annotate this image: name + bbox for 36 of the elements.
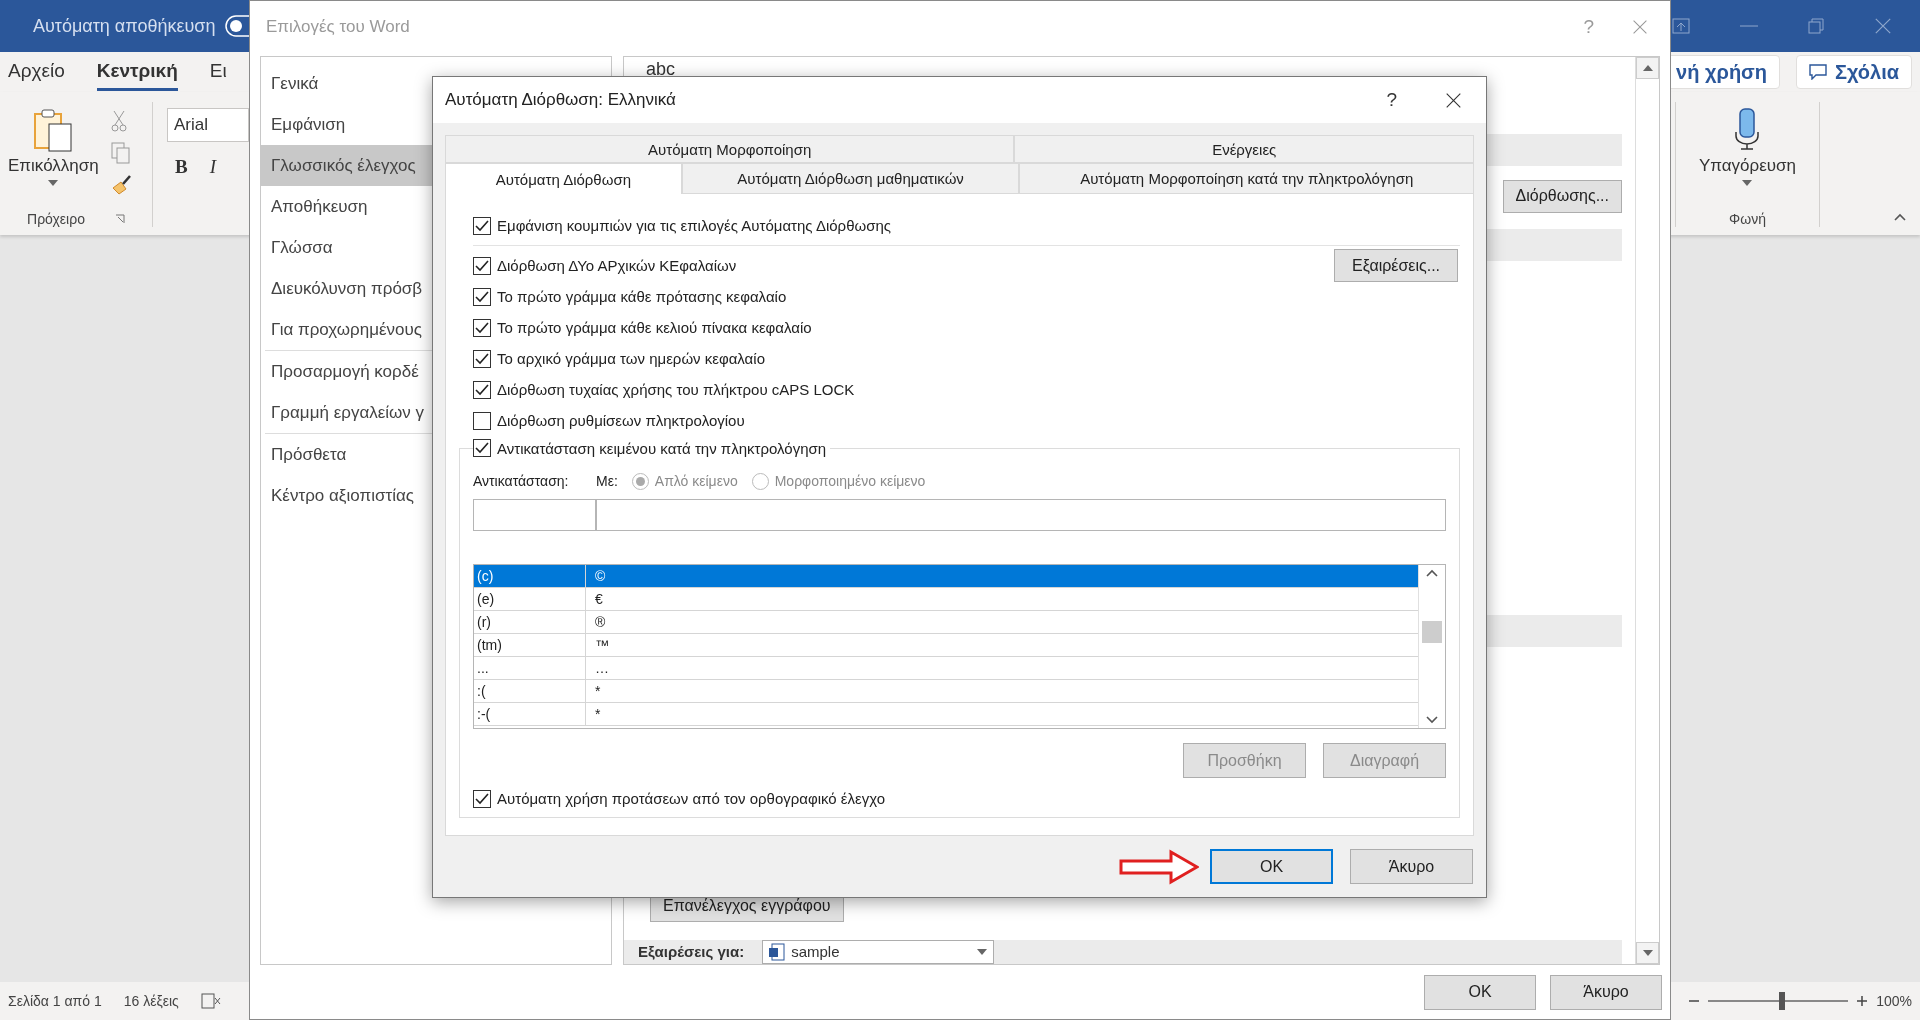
list-cell: (tm) [474, 634, 586, 656]
checkbox-label: Εμφάνιση κουμπιών για τις επιλογές Αυτόματης Διόρθωσης [497, 217, 891, 234]
checkbox-label: Διόρθωση ρυθμίσεων πληκτρολογίου [497, 412, 745, 429]
autosave-label: Αυτόματη αποθήκευση [33, 15, 216, 37]
list-cell: (e) [474, 588, 586, 610]
exceptions-label: Εξαιρέσεις για: [638, 943, 745, 961]
list-cell-text: * [594, 705, 602, 724]
list-cell: :-( [474, 703, 586, 725]
window-title: Επιλογές του Word [266, 17, 410, 37]
list-cell-text: ® [594, 613, 607, 632]
radio-label: Μορφοποιημένο κείμενο [774, 473, 926, 489]
dialog-title: Αυτόματη Διόρθωση: Ελληνικά [445, 90, 676, 110]
checkbox-label: Διόρθωση τυχαίας χρήσης του πλήκτρου cAPS LOCK [497, 381, 855, 398]
list-cell: (r) [474, 611, 586, 633]
list-cell: ... [474, 657, 586, 679]
preview-text: abc [645, 58, 677, 81]
checkbox-label: Το πρώτο γράμμα κάθε πρότασης κεφαλαίο [497, 288, 787, 305]
page-count: Σελίδα 1 από 1 [8, 993, 102, 1009]
checkbox-label: Το πρώτο γράμμα κάθε κελιού πίνακα κεφαλαίο [497, 319, 812, 336]
group-label: Πρόχειρο [27, 211, 85, 227]
list-cell-text: © [594, 567, 607, 586]
list-cell: :( [474, 680, 586, 702]
list-cell: (c) [474, 565, 586, 587]
radio-label: Απλό κείμενο [654, 473, 738, 489]
list-cell-text: € [594, 590, 604, 609]
field-label: Με: [596, 473, 618, 489]
field-label: Αντικατάσταση: [473, 473, 570, 489]
group-label: Φωνή [1729, 211, 1766, 227]
word-count: 16 λέξεις [123, 993, 179, 1009]
list-cell-text: * [594, 682, 602, 701]
checkbox-label: Αυτόματη χρήση προτάσεων από τον ορθογραφικό έλεγχο [497, 790, 886, 807]
list-cell-text: ™ [594, 636, 610, 655]
checkbox-label: Αντικατάσταση κειμένου κατά την πληκτρολόγηση [497, 439, 827, 457]
checkbox-label: Το αρχικό γράμμα των ημερών κεφαλαίο [497, 350, 765, 367]
list-cell-text: … [594, 659, 610, 678]
checkbox-label: Διόρθωση ΔΥο ΑΡχικών ΚΕφαλαίων [497, 257, 737, 274]
